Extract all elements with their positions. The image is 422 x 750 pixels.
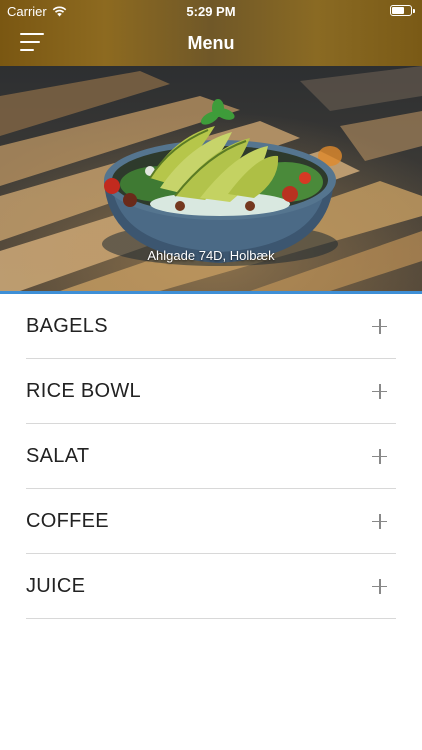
expand-plus-icon[interactable] (372, 448, 387, 464)
menu-item-label: JUICE (26, 574, 86, 597)
expand-plus-icon[interactable] (372, 578, 387, 594)
page-title: Menu (187, 33, 235, 53)
hero-image: Ahlgade 74D, Holbæk (0, 66, 422, 291)
clock: 5:29 PM (186, 4, 236, 19)
restaurant-address: Ahlgade 74D, Holbæk (147, 248, 275, 263)
menu-item-coffee[interactable]: COFFEE (26, 489, 396, 554)
menu-item-bagels[interactable]: BAGELS (26, 294, 396, 359)
battery-icon (390, 5, 415, 16)
menu-item-label: SALAT (26, 444, 90, 467)
status-bar: Carrier 5:29 PM (0, 0, 422, 22)
menu-item-juice[interactable]: JUICE (26, 554, 396, 619)
expand-plus-icon[interactable] (372, 383, 387, 399)
expand-plus-icon[interactable] (372, 318, 387, 334)
menu-item-label: COFFEE (26, 509, 109, 532)
menu-item-label: BAGELS (26, 314, 108, 337)
menu-item-salat[interactable]: SALAT (26, 424, 396, 489)
menu-item-rice-bowl[interactable]: RICE BOWL (26, 359, 396, 424)
menu-item-label: RICE BOWL (26, 379, 141, 402)
menu-category-list: BAGELS RICE BOWL SALAT COFFEE JUICE (26, 294, 396, 619)
expand-plus-icon[interactable] (372, 513, 387, 529)
